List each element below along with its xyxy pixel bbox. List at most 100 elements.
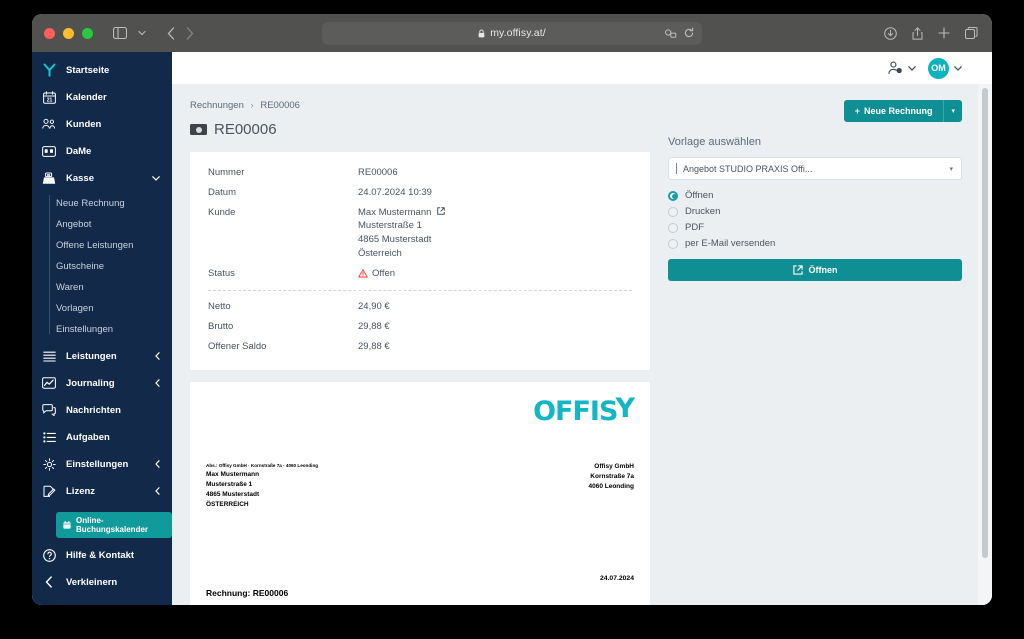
external-link-icon[interactable] (437, 206, 445, 218)
submenu-item-neue-rechnung[interactable]: Neue Rechnung (56, 193, 172, 214)
offisy-logo-text: OFFIS (533, 395, 618, 427)
new-invoice-label: Neue Rechnung (863, 106, 933, 116)
chevron-down-icon (908, 65, 916, 71)
sidebar-label: Aufgaben (66, 431, 110, 443)
cash-register-icon (42, 171, 56, 185)
calendar-icon: 21 (42, 90, 56, 104)
address-bar[interactable]: my.offisy.at/ (322, 21, 702, 45)
forward-button[interactable] (186, 26, 194, 40)
back-button[interactable] (167, 26, 175, 40)
offisy-logo-check: Y (615, 392, 635, 424)
radio-option-email[interactable]: per E-Mail versenden (668, 238, 962, 249)
template-select[interactable]: Angebot STUDIO PRAXIS Offi... ▾ (668, 157, 962, 180)
detail-value: 24.07.2024 10:39 (358, 186, 432, 198)
chevron-left-icon[interactable] (155, 460, 160, 468)
radio-option-pdf[interactable]: PDF (668, 222, 962, 233)
invoice-details-card: Nummer RE00006 Datum 24.07.2024 10:39 Ku… (190, 152, 650, 370)
submenu-item-einstellungen[interactable]: Einstellungen (56, 319, 172, 340)
browser-titlebar: my.offisy.at/ (32, 14, 992, 52)
submenu-item-vorlagen[interactable]: Vorlagen (56, 298, 172, 319)
sidebar-item-aufgaben[interactable]: Aufgaben (32, 425, 172, 449)
sidebar-item-kalender[interactable]: 21 Kalender (32, 85, 172, 109)
close-window-button[interactable] (44, 27, 55, 39)
user-settings-menu[interactable] (888, 61, 916, 75)
document-sender-block: Offisy GmbH Kornstraße 7a 4060 Leonding (588, 462, 634, 493)
sidebar-item-journaling[interactable]: Journaling (32, 371, 172, 395)
sidebar-dropdown-icon[interactable] (138, 30, 146, 36)
radio-indicator[interactable] (668, 190, 678, 201)
radio-option-drucken[interactable]: Drucken (668, 206, 962, 217)
detail-label: Nummer (208, 167, 245, 178)
lock-icon (478, 29, 485, 38)
scrollbar-track[interactable] (978, 84, 992, 605)
radio-label: Drucken (685, 206, 721, 217)
document-heading: Rechnung: RE00006 (206, 587, 289, 598)
radio-label: Öffnen (685, 190, 714, 201)
total-value: 24,90 € (358, 301, 390, 313)
sidebar-label: Kalender (66, 91, 107, 103)
external-link-icon (792, 265, 803, 275)
document-return-address: Abs.: Offisy GmbH · Kornstraße 7a · 4060… (206, 462, 319, 468)
sidebar-item-kunden[interactable]: Kunden (32, 112, 172, 136)
chevron-left-icon[interactable] (155, 379, 160, 387)
template-select-value: Angebot STUDIO PRAXIS Offi... (683, 163, 813, 174)
sidebar-item-startseite[interactable]: Startseite (32, 58, 172, 82)
detail-label: Datum (208, 186, 236, 198)
reload-icon[interactable] (684, 27, 694, 39)
sidebar-item-verkleinern[interactable]: Verkleinern (32, 570, 172, 594)
submenu-item-gutscheine[interactable]: Gutscheine (56, 256, 172, 277)
document-preview[interactable]: OFFIS Y Abs.: Offisy GmbH · Kornstraße 7… (190, 381, 650, 605)
new-invoice-button[interactable]: + Neue Rechnung (843, 100, 944, 122)
radio-indicator[interactable] (668, 238, 678, 249)
user-settings-icon (888, 61, 903, 75)
sidebar-label: Lizenz (66, 485, 96, 497)
customer-name-link[interactable]: Max Mustermann (358, 206, 445, 220)
sidebar-item-hilfe-kontakt[interactable]: Hilfe & Kontakt (32, 543, 172, 567)
submenu-item-waren[interactable]: Waren (56, 277, 172, 298)
chevron-left-icon[interactable] (155, 487, 160, 495)
users-icon (42, 117, 56, 131)
sidebar: Startseite 21 Kalender Kunden DaMe Kasse… (32, 52, 172, 605)
sidebar-label: Journaling (66, 377, 115, 389)
radio-option-offnen[interactable]: Öffnen (668, 190, 962, 201)
open-button[interactable]: Öffnen (668, 259, 962, 281)
sidebar-item-leistungen[interactable]: Leistungen (32, 344, 172, 368)
sidebar-item-einstellungen[interactable]: Einstellungen (32, 452, 172, 476)
total-label: Brutto (208, 321, 234, 333)
status-text: Offen (372, 267, 396, 279)
tab-overview-icon[interactable] (965, 27, 978, 39)
detail-value: RE00006 (358, 167, 398, 178)
sidebar-item-nachrichten[interactable]: Nachrichten (32, 398, 172, 422)
sidebar-label: Hilfe & Kontakt (66, 549, 135, 561)
maximize-window-button[interactable] (82, 27, 93, 39)
minimize-window-button[interactable] (63, 27, 74, 39)
sidebar-label: Leistungen (66, 350, 117, 362)
radio-indicator[interactable] (668, 206, 678, 217)
submenu-item-offene-leistungen[interactable]: Offene Leistungen (56, 235, 172, 256)
customer-name: Max Mustermann (358, 206, 432, 218)
chevron-left-icon[interactable] (155, 352, 160, 360)
chevron-down-icon (954, 65, 962, 71)
sidebar-item-kasse[interactable]: Kasse (32, 166, 172, 190)
sidebar-item-lizenz[interactable]: Lizenz (32, 479, 172, 503)
chevron-down-icon[interactable] (152, 175, 160, 181)
submenu-item-angebot[interactable]: Angebot (56, 214, 172, 235)
online-booking-calendar-button[interactable]: Online-Buchungskalender (56, 512, 172, 538)
radio-label: per E-Mail versenden (685, 238, 776, 249)
sidebar-toggle-icon[interactable] (113, 27, 127, 39)
page-title: RE00006 (190, 121, 650, 138)
plus-icon: + (854, 106, 860, 116)
new-invoice-dropdown-button[interactable]: ▾ (943, 100, 962, 122)
new-tab-icon[interactable] (938, 27, 950, 39)
account-menu[interactable]: OM (928, 57, 962, 79)
sidebar-label: Verkleinern (66, 576, 118, 588)
breadcrumb-parent[interactable]: Rechnungen (190, 100, 244, 111)
downloads-icon[interactable] (884, 26, 897, 40)
share-icon[interactable] (912, 26, 923, 40)
scrollbar-thumb[interactable] (982, 88, 988, 558)
extensions-icon[interactable] (665, 28, 677, 38)
radio-indicator[interactable] (668, 222, 678, 233)
recipient-name: Max Mustermann (206, 470, 260, 478)
sender-city: 4060 Leonding (588, 483, 634, 491)
sidebar-item-dame[interactable]: DaMe (32, 139, 172, 163)
